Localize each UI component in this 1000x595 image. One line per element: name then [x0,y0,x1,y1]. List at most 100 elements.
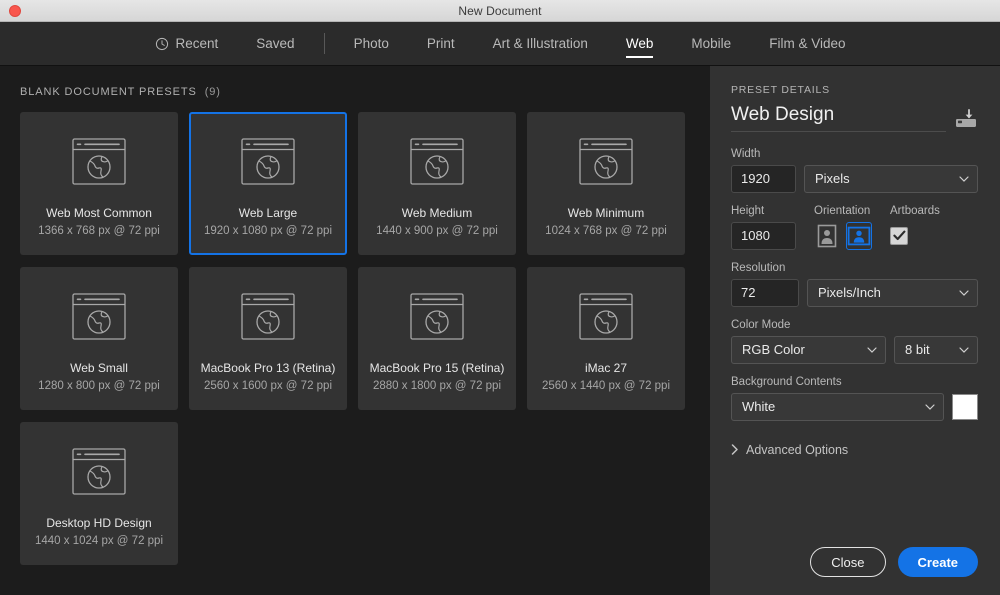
color-mode-label: Color Mode [731,318,791,331]
web-browser-globe-icon [579,138,633,185]
width-unit-value: Pixels [815,171,850,187]
tab-web[interactable]: Web [607,22,673,65]
chevron-down-icon [867,347,877,353]
artboards-checkbox[interactable] [890,226,908,245]
preset-dimensions: 2880 x 1800 px @ 72 ppi [372,380,502,393]
preset-card[interactable]: MacBook Pro 13 (Retina) 2560 x 1600 px @… [189,267,347,410]
preset-name: Web Minimum [567,206,645,220]
tab-print[interactable]: Print [408,22,474,65]
resolution-unit-select[interactable]: Pixels/Inch [807,278,978,307]
resolution-unit-value: Pixels/Inch [818,285,881,301]
width-input[interactable] [731,164,796,193]
background-contents-value: White [742,399,776,415]
preset-name: Web Medium [401,206,473,220]
preset-card[interactable]: Web Small 1280 x 800 px @ 72 ppi [20,267,178,410]
window-title: New Document [458,3,542,18]
chevron-down-icon [925,404,935,410]
preset-details-heading: PRESET DETAILS [731,84,830,96]
preset-card-selected[interactable]: Web Large 1920 x 1080 px @ 72 ppi [189,112,347,255]
tab-divider [323,33,325,54]
tab-art-illustration[interactable]: Art & Illustration [474,22,607,65]
tab-mobile[interactable]: Mobile [672,22,750,65]
preset-card[interactable]: iMac 27 2560 x 1440 px @ 72 ppi [527,267,685,410]
orientation-buttons [814,221,872,250]
web-browser-globe-icon [579,293,633,340]
preset-card[interactable]: Desktop HD Design 1440 x 1024 px @ 72 pp… [20,422,178,565]
orientation-field-group: Orientation [814,205,872,250]
preset-name: Web Small [70,361,128,375]
advanced-options-toggle[interactable]: Advanced Options [731,443,978,457]
height-input[interactable] [731,221,796,250]
window-titlebar: New Document [0,0,1000,22]
category-tabbar: Recent Saved Photo Print Art & Illustrat… [0,22,1000,66]
chevron-down-icon [959,347,969,353]
web-browser-globe-icon [410,138,464,185]
background-color-swatch[interactable] [952,393,978,420]
resolution-field-group: Resolution Pixels/Inch [731,262,978,319]
web-browser-globe-icon [72,448,126,495]
height-label: Height [731,204,765,217]
save-preset-icon[interactable] [954,108,978,130]
chevron-right-icon [731,444,738,456]
orientation-landscape-button[interactable] [846,221,872,250]
preset-dimensions: 1366 x 768 px @ 72 ppi [38,225,160,238]
artboards-field-group: Artboards [890,205,940,250]
create-button[interactable]: Create [897,547,978,577]
resolution-input[interactable] [731,278,799,307]
web-browser-globe-icon [241,138,295,185]
close-button[interactable]: Close [810,547,886,577]
preset-name-input[interactable]: Web Design [731,104,946,132]
preset-card[interactable]: Web Minimum 1024 x 768 px @ 72 ppi [527,112,685,255]
tab-photo[interactable]: Photo [335,22,408,65]
background-contents-field-group: Background Contents White [731,376,978,433]
preset-card[interactable]: Web Most Common 1366 x 768 px @ 72 ppi [20,112,178,255]
tab-label-mobile: Mobile [691,36,732,51]
background-contents-row: White [731,392,978,421]
preset-name: MacBook Pro 13 (Retina) [200,361,336,375]
color-mode-value: RGB Color [742,342,805,358]
tab-label-art-illustration: Art & Illustration [492,36,588,51]
tab-saved[interactable]: Saved [237,22,313,65]
new-document-dialog: New Document Recent Saved Photo Print Ar… [0,0,1000,595]
color-mode-field-group: Color Mode RGB Color 8 bit [731,319,978,376]
height-orientation-artboards-row: Height Orientation [731,205,978,250]
landscape-icon [847,226,871,246]
preset-name: iMac 27 [584,361,628,375]
preset-card[interactable]: Web Medium 1440 x 900 px @ 72 ppi [358,112,516,255]
chevron-down-icon [959,290,969,296]
preset-grid: Web Most Common 1366 x 768 px @ 72 ppi W… [20,112,710,565]
resolution-label: Resolution [731,261,786,274]
preset-name: Desktop HD Design [46,516,152,530]
width-row: Pixels [731,164,978,193]
web-browser-globe-icon [72,138,126,185]
web-browser-globe-icon [410,293,464,340]
orientation-portrait-button[interactable] [814,222,840,250]
preset-name: Web Large [238,206,298,220]
width-unit-select[interactable]: Pixels [804,164,978,193]
preset-details-pane: PRESET DETAILS Web Design Width Pixels [710,66,1000,595]
tab-label-web: Web [625,36,654,51]
close-window-button[interactable] [9,4,21,17]
presets-count: (9) [204,86,221,98]
color-mode-row: RGB Color 8 bit [731,335,978,364]
preset-dimensions: 2560 x 1600 px @ 72 ppi [203,380,333,393]
resolution-row: Pixels/Inch [731,278,978,307]
tab-recent[interactable]: Recent [136,22,238,65]
web-browser-globe-icon [241,293,295,340]
orientation-label: Orientation [814,204,871,217]
tab-label-print: Print [426,36,455,51]
bit-depth-select[interactable]: 8 bit [894,335,978,364]
preset-dimensions: 1920 x 1080 px @ 72 ppi [203,225,333,238]
height-field-group: Height [731,205,796,250]
background-contents-label: Background Contents [731,375,842,388]
background-contents-select[interactable]: White [731,392,944,421]
chevron-down-icon [959,176,969,182]
preset-name: Web Most Common [46,206,152,220]
preset-dimensions: 1024 x 768 px @ 72 ppi [545,225,667,238]
tab-film-video[interactable]: Film & Video [750,22,864,65]
color-mode-select[interactable]: RGB Color [731,335,886,364]
preset-name-row: Web Design [731,104,978,132]
tab-list: Recent Saved Photo Print Art & Illustrat… [136,22,865,65]
checkmark-icon [892,230,905,241]
preset-card[interactable]: MacBook Pro 15 (Retina) 2880 x 1800 px @… [358,267,516,410]
